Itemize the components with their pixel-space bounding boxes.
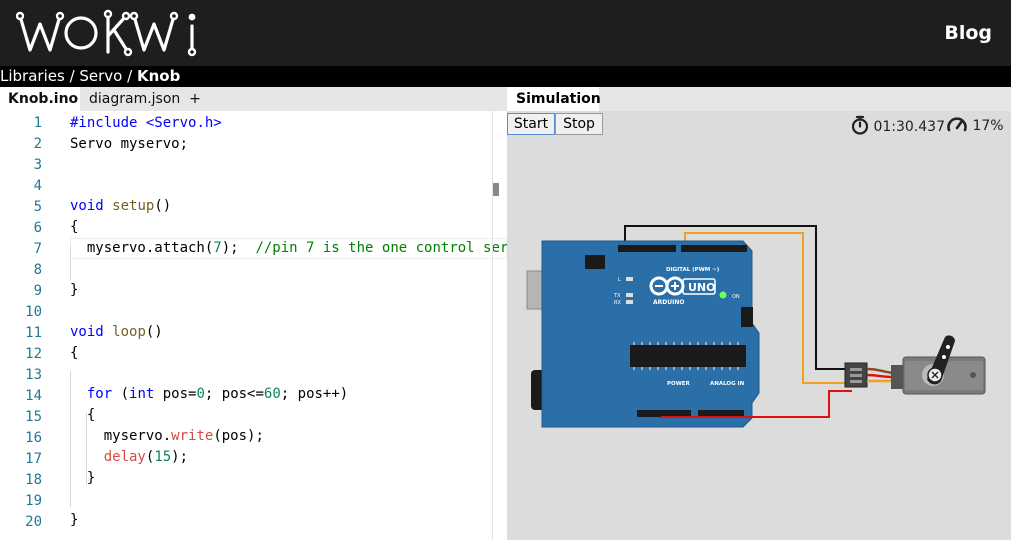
rx-label: RX <box>614 300 621 306</box>
line-number: 6 <box>33 220 42 236</box>
arduino-board[interactable] <box>541 240 760 428</box>
line-number: 16 <box>25 430 42 446</box>
power-label: POWER <box>667 381 691 387</box>
breadcrumb: Libraries / Servo / Knob <box>0 66 1011 87</box>
arduino-label: ARDUINO <box>653 299 684 306</box>
line-number: 18 <box>25 472 42 488</box>
code-line: void setup() <box>70 198 172 214</box>
wokwi-logo[interactable] <box>15 6 206 63</box>
code-line: for (int pos=0; pos<=60; pos++) <box>86 386 349 402</box>
code-line: { <box>70 407 96 423</box>
code-editor[interactable]: #include <Servo.h> Servo myservo; void s… <box>0 111 507 540</box>
editor-divider[interactable] <box>492 111 493 540</box>
code-line: myservo.write(pos); <box>70 428 264 444</box>
breadcrumb-separator: / <box>122 67 137 85</box>
code-line: void loop() <box>70 324 163 340</box>
line-number: 8 <box>33 262 42 278</box>
add-file-button[interactable]: + <box>183 87 207 111</box>
line-number: 12 <box>25 346 42 362</box>
overview-ruler-mark <box>493 183 499 196</box>
power-led <box>719 291 727 299</box>
digital-label: DIGITAL (PWM ~) <box>666 267 720 273</box>
line-number: 10 <box>25 304 42 320</box>
line-number: 17 <box>25 451 42 467</box>
top-bar: Blog <box>0 0 1011 66</box>
line-number: 11 <box>25 325 42 341</box>
code-line: #include <Servo.h> <box>70 115 222 131</box>
code-line: } <box>70 470 96 486</box>
line-number: 4 <box>33 178 42 194</box>
breadcrumb-current: Knob <box>136 67 181 85</box>
breadcrumb-servo[interactable]: Servo <box>79 67 122 85</box>
code-line: Servo myservo; <box>70 136 189 152</box>
blog-link[interactable]: Blog <box>944 22 992 44</box>
on-label: ON <box>732 294 740 300</box>
code-line: { <box>70 219 79 235</box>
uno-label: UNO <box>688 281 716 294</box>
breadcrumb-libraries[interactable]: Libraries <box>0 67 65 85</box>
tx-label: TX <box>613 293 621 299</box>
line-number: 14 <box>25 388 42 404</box>
tab-knob-ino[interactable]: Knob.ino <box>0 87 80 111</box>
digital-header <box>618 245 747 252</box>
line-number: 15 <box>25 409 42 425</box>
circuit-diagram: DIGITAL (PWM ~) L TX RX ARDUINO UNO ON P… <box>526 225 986 428</box>
analog-label: ANALOG IN <box>710 381 745 387</box>
line-number: 19 <box>25 493 42 509</box>
line-number: 5 <box>33 199 42 215</box>
atmega-chip <box>630 345 746 367</box>
code-line: } <box>70 282 79 298</box>
code-comment: //pin 7 is the one control ser <box>255 240 507 256</box>
line-number: 7 <box>33 241 42 257</box>
tab-diagram-json[interactable]: diagram.json <box>81 87 188 111</box>
line-number: 20 <box>25 514 42 530</box>
code-line: } <box>70 512 79 528</box>
breadcrumb-separator: / <box>64 67 80 85</box>
line-number: 1 <box>33 115 42 131</box>
line-number: 2 <box>33 136 42 152</box>
l-led-label: L <box>618 277 621 283</box>
line-number: 9 <box>33 283 42 299</box>
code-line: { <box>70 345 79 361</box>
line-number: 13 <box>25 367 42 383</box>
line-number: 3 <box>33 157 42 173</box>
code-line: delay(15); <box>103 449 189 465</box>
servo-motor[interactable] <box>891 335 986 395</box>
tab-simulation[interactable]: Simulation <box>507 87 601 111</box>
wokwi-logo-icon <box>15 9 197 57</box>
power-header <box>637 410 744 417</box>
file-tabs: Knob.ino diagram.json + <box>0 87 507 111</box>
code-line: myservo.attach(7); //pin 7 is the one co… <box>70 240 507 256</box>
